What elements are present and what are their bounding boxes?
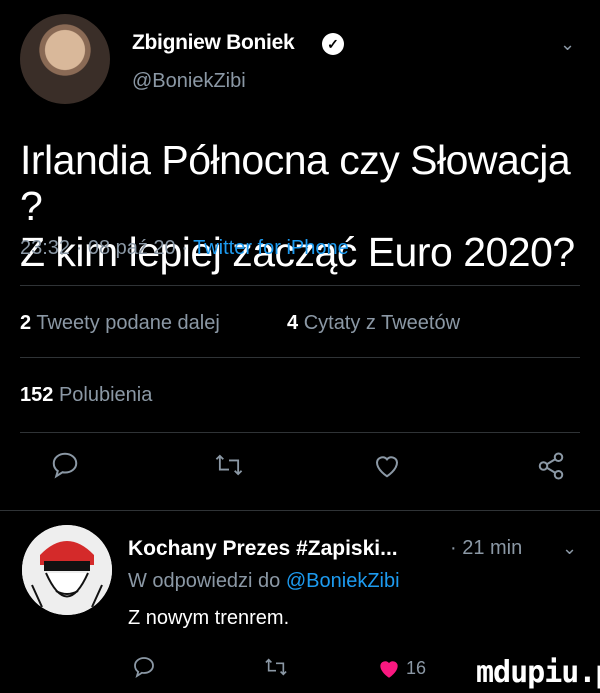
- chevron-down-icon[interactable]: ⌄: [562, 538, 577, 559]
- reply-like-count: 16: [406, 658, 427, 678]
- divider: [0, 510, 600, 511]
- likes-label: Polubienia: [58, 384, 153, 406]
- reply-prefix: W odpowiedzi do: [128, 570, 281, 592]
- reply-to-handle[interactable]: @BoniekZibi: [286, 570, 400, 592]
- reply-author-avatar[interactable]: [22, 525, 112, 615]
- share-icon[interactable]: [536, 451, 566, 481]
- retweet-icon[interactable]: [263, 656, 289, 678]
- chevron-down-icon[interactable]: ⌄: [560, 34, 575, 55]
- quotes-stat[interactable]: 4 Cytaty z Tweetów: [287, 312, 460, 335]
- retweets-label: Tweety podane dalej: [36, 312, 220, 334]
- divider: [20, 285, 580, 286]
- tweet-source-link[interactable]: Twitter for iPhone: [193, 237, 349, 259]
- author-handle[interactable]: @BoniekZibi: [132, 70, 246, 93]
- reply-icon[interactable]: [132, 655, 156, 679]
- verified-icon: ✓: [322, 33, 344, 55]
- retweets-stat[interactable]: 2 Tweety podane dalej: [20, 312, 220, 335]
- watermark: mdupiu.pl: [476, 655, 600, 690]
- quotes-label: Cytaty z Tweetów: [303, 312, 461, 334]
- retweets-count: 2: [20, 312, 32, 334]
- quotes-count: 4: [287, 312, 299, 334]
- reply-time: · 21 min: [450, 537, 523, 559]
- divider: [20, 432, 580, 433]
- likes-count: 152: [20, 384, 54, 406]
- like-icon[interactable]: [376, 656, 402, 680]
- reply-icon[interactable]: [50, 450, 80, 480]
- likes-stat[interactable]: 152 Polubienia: [20, 384, 152, 407]
- reply-text: Z nowym trenrem.: [128, 607, 290, 629]
- author-avatar[interactable]: [20, 14, 110, 104]
- avatar-illustration: [22, 525, 112, 615]
- reply-author-name[interactable]: Kochany Prezes #Zapiski...: [128, 537, 398, 561]
- retweet-icon[interactable]: [213, 451, 245, 479]
- author-name[interactable]: Zbigniew Boniek: [132, 31, 295, 55]
- like-icon[interactable]: [372, 451, 402, 479]
- reply-context: W odpowiedzi do @BoniekZibi: [128, 570, 400, 593]
- tweet-time: 23:32 · 08 paź 20 ·: [20, 237, 188, 259]
- divider: [20, 357, 580, 358]
- tweet-meta: 23:32 · 08 paź 20 · Twitter for iPhone: [20, 237, 349, 260]
